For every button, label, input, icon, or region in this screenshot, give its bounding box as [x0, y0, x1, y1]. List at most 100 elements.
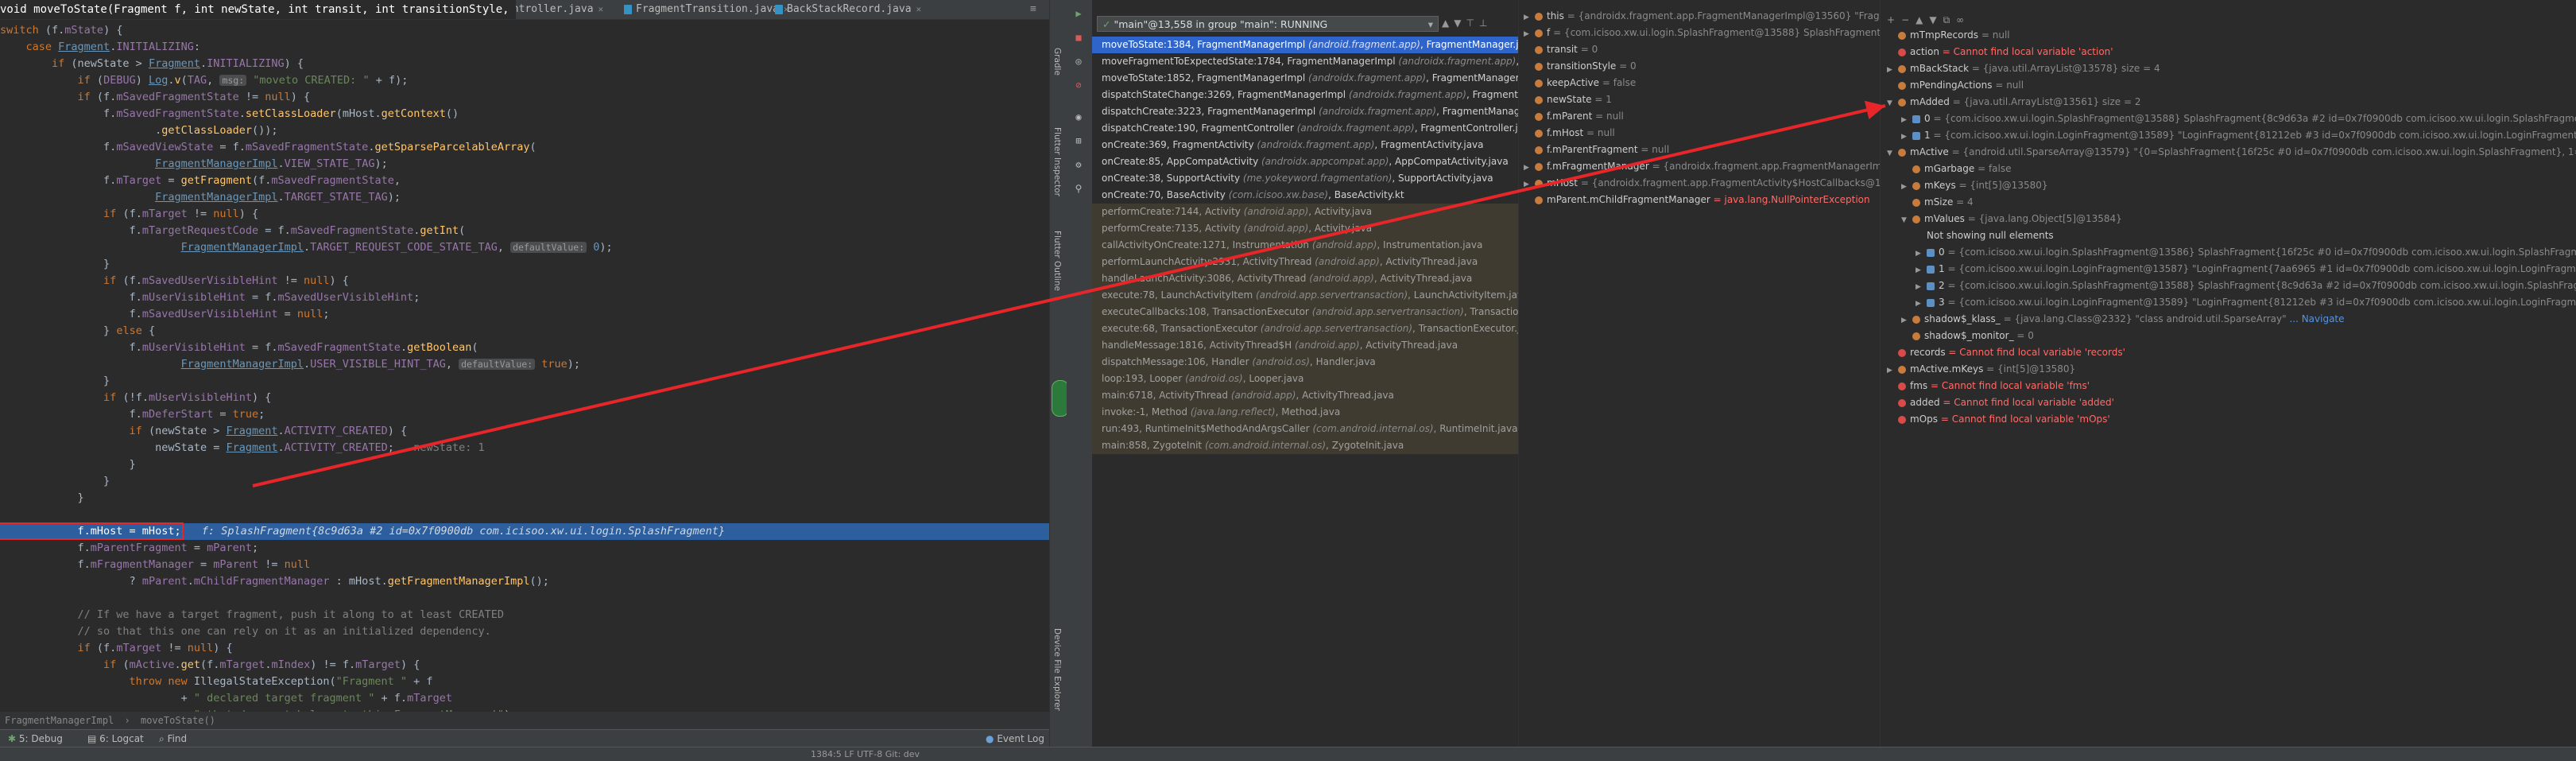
event-log-tab[interactable]: ● Event Log — [986, 730, 1044, 747]
expanded-arrow-icon[interactable]: ▼ — [1887, 95, 1898, 112]
close-icon[interactable]: ✕ — [916, 4, 922, 14]
variable-row[interactable]: records = Cannot find local variable 're… — [1887, 344, 2125, 361]
stack-frame[interactable]: moveToState:1384, FragmentManagerImpl (a… — [1092, 37, 1518, 53]
variable-row[interactable]: ▶ 2 = {com.icisoo.xw.ui.login.SplashFragm… — [1916, 278, 2576, 294]
stack-frame[interactable]: onCreate:85, AppCompatActivity (androidx… — [1092, 153, 1518, 170]
code-line[interactable]: f.mSavedUserVisibleHint = null; — [0, 306, 1049, 323]
code-line[interactable]: + " declared target fragment " + f.mTarg… — [0, 690, 1049, 707]
stack-frame[interactable]: dispatchCreate:190, FragmentController (… — [1092, 120, 1518, 137]
duplicate-icon[interactable]: ⧉ — [1943, 14, 1957, 25]
code-line[interactable]: f.mTargetRequestCode = f.mSavedFragmentS… — [0, 223, 1049, 239]
expand-arrow-icon[interactable]: ▶ — [1916, 279, 1927, 296]
code-line[interactable] — [0, 507, 1049, 523]
stack-frame[interactable]: moveToState:1852, FragmentManagerImpl (a… — [1092, 70, 1518, 87]
stack-frame[interactable]: onCreate:369, FragmentActivity (androidx… — [1092, 137, 1518, 153]
stack-frame[interactable]: dispatchStateChange:3269, FragmentManage… — [1092, 87, 1518, 103]
thread-selector[interactable]: ✓ "main"@13,558 in group "main": RUNNING… — [1097, 16, 1439, 32]
stack-frame[interactable]: execute:68, TransactionExecutor (android… — [1092, 320, 1518, 337]
breadcrumb-class[interactable]: FragmentManagerImpl — [5, 715, 114, 726]
variable-row[interactable]: mParent.mChildFragmentManager = java.lan… — [1524, 192, 1870, 208]
variable-row[interactable]: ▶ 1 = {com.icisoo.xw.ui.login.LoginFragme… — [1916, 261, 2576, 278]
code-line[interactable]: f.mFragmentManager = mParent != null — [0, 557, 1049, 573]
stack-frame[interactable]: handleLaunchActivity:3086, ActivityThrea… — [1092, 270, 1518, 287]
variable-row[interactable]: newState = 1 — [1524, 91, 1612, 108]
code-line[interactable]: if (DEBUG) Log.v(TAG, msg: "moveto CREAT… — [0, 72, 1049, 89]
code-line[interactable]: newState = Fragment.ACTIVITY_CREATED; ne… — [0, 440, 1049, 456]
expanded-arrow-icon[interactable]: ▼ — [1901, 212, 1912, 229]
expand-arrow-icon[interactable]: ▶ — [1901, 112, 1912, 129]
variable-row[interactable]: mTmpRecords = null — [1887, 27, 2010, 44]
variable-row[interactable]: transit = 0 — [1524, 41, 1598, 58]
code-line[interactable]: } — [0, 456, 1049, 473]
stack-frame[interactable]: main:6718, ActivityThread (android.app),… — [1092, 387, 1518, 404]
current-execution-line[interactable]: f.mHost = mHost; f: SplashFragment{8c9d6… — [0, 522, 1049, 540]
expand-arrow-icon[interactable]: ▶ — [1916, 246, 1927, 262]
code-line[interactable]: if (f.mTarget != null) { — [0, 206, 1049, 223]
tab-back-stack-record[interactable]: BackStackRecord.java ✕ — [775, 0, 921, 19]
add-watch-icon[interactable]: + — [1887, 14, 1901, 25]
code-line[interactable]: // If we have a target fragment, push it… — [0, 607, 1049, 623]
variable-row[interactable]: f.mParentFragment = null — [1524, 142, 1669, 158]
expanded-arrow-icon[interactable]: ▼ — [1887, 146, 1898, 162]
variable-row[interactable]: mOps = Cannot find local variable 'mOps' — [1887, 411, 2110, 428]
expand-arrow-icon[interactable]: ▶ — [1901, 179, 1912, 196]
code-line[interactable]: } — [0, 373, 1049, 390]
frame-nav-icons[interactable]: ▲▼⊤⊥ — [1442, 17, 1492, 29]
variable-row[interactable]: ▼ mAdded = {java.util.ArrayList@13561} si… — [1887, 94, 2141, 111]
variable-row[interactable]: shadow$_monitor_ = 0 — [1901, 328, 2034, 344]
view-breakpoints-icon[interactable]: ◎ — [1073, 56, 1084, 67]
remove-watch-icon[interactable]: − — [1901, 14, 1916, 25]
variable-row[interactable]: ▶ f = {com.icisoo.xw.ui.login.SplashFragm… — [1524, 25, 1881, 41]
resume-icon[interactable]: ▶ — [1073, 8, 1084, 19]
navigate-link[interactable]: ... Navigate — [2289, 313, 2344, 324]
flutter-inspector-tab[interactable]: Flutter Inspector — [1052, 127, 1062, 196]
move-down-icon[interactable]: ▼ — [1929, 14, 1943, 25]
variable-row[interactable]: Not showing null elements — [1916, 227, 2054, 244]
gradle-tab[interactable]: Gradle — [1052, 48, 1062, 76]
code-line[interactable]: FragmentManagerImpl.TARGET_REQUEST_CODE_… — [0, 239, 1049, 256]
code-line[interactable]: } else { — [0, 323, 1049, 340]
code-line[interactable]: throw new IllegalStateException("Fragmen… — [0, 674, 1049, 690]
expand-arrow-icon[interactable]: ▶ — [1901, 129, 1912, 146]
expand-arrow-icon[interactable]: ▶ — [1916, 296, 1927, 313]
flutter-outline-tab[interactable]: Flutter Outline — [1052, 231, 1062, 291]
variable-row[interactable]: ▶ shadow$_klass_ = {java.lang.Class@2332}… — [1901, 311, 2345, 328]
expand-arrow-icon[interactable]: ▶ — [1524, 177, 1535, 193]
variable-row[interactable]: mGarbage = false — [1901, 161, 2012, 177]
code-line[interactable]: } — [0, 256, 1049, 273]
tab-fragment-transition[interactable]: FragmentTransition.java ✕ — [624, 0, 789, 19]
code-line[interactable]: FragmentManagerImpl.TARGET_STATE_TAG); — [0, 189, 1049, 206]
mute-breakpoints-icon[interactable]: ⊘ — [1073, 80, 1084, 91]
camera-icon[interactable]: ◉ — [1073, 111, 1084, 122]
code-line[interactable]: FragmentManagerImpl.VIEW_STATE_TAG); — [0, 156, 1049, 173]
variable-row[interactable]: ▶ mHost = {androidx.fragment.app.Fragment… — [1524, 175, 1881, 192]
expand-arrow-icon[interactable]: ▶ — [1916, 262, 1927, 279]
stack-frame[interactable]: executeCallbacks:108, TransactionExecuto… — [1092, 304, 1518, 320]
stack-frame[interactable]: dispatchCreate:3223, FragmentManagerImpl… — [1092, 103, 1518, 120]
variable-row[interactable]: ▶ 0 = {com.icisoo.xw.ui.login.SplashFragm… — [1901, 111, 2576, 127]
find-tab[interactable]: ⌕ Find — [159, 730, 187, 747]
stack-frame[interactable]: run:493, RuntimeInit$MethodAndArgsCaller… — [1092, 421, 1518, 437]
variable-row[interactable]: added = Cannot find local variable 'adde… — [1887, 394, 2114, 411]
expand-arrow-icon[interactable]: ▶ — [1887, 363, 1898, 379]
variable-row[interactable]: ▶ mKeys = {int[5]@13580} — [1901, 177, 2048, 194]
variable-row[interactable]: transitionStyle = 0 — [1524, 58, 1637, 75]
variable-row[interactable]: f.mParent = null — [1524, 108, 1624, 125]
variable-row[interactable]: ▶ f.mFragmentManager = {androidx.fragment… — [1524, 158, 1881, 175]
move-up-icon[interactable]: ▲ — [1916, 14, 1929, 25]
logcat-tab[interactable]: ▤ 6: Logcat — [87, 730, 144, 747]
restore-layout-icon[interactable]: ⊞ — [1073, 135, 1084, 146]
code-line[interactable]: FragmentManagerImpl.USER_VISIBLE_HINT_TA… — [0, 356, 1049, 373]
variable-row[interactable]: ▶ 0 = {com.icisoo.xw.ui.login.SplashFragm… — [1916, 244, 2576, 261]
code-line[interactable]: if (f.mSavedFragmentState != null) { — [0, 89, 1049, 106]
variable-row[interactable]: ▶ this = {androidx.fragment.app.FragmentM… — [1524, 8, 1881, 25]
code-line[interactable]: f.mSavedFragmentState.setClassLoader(mHo… — [0, 106, 1049, 122]
variable-row[interactable]: ▶ 3 = {com.icisoo.xw.ui.login.LoginFragme… — [1916, 294, 2576, 311]
code-line[interactable]: f.mDeferStart = true; — [0, 406, 1049, 423]
code-line[interactable]: f.mUserVisibleHint = f.mSavedUserVisible… — [0, 289, 1049, 306]
code-line[interactable]: // so that this one can rely on it as an… — [0, 623, 1049, 640]
stop-icon[interactable]: ■ — [1073, 32, 1084, 43]
pin-icon[interactable]: ⚲ — [1073, 183, 1084, 194]
code-line[interactable]: if (newState > Fragment.INITIALIZING) { — [0, 56, 1049, 72]
variable-row[interactable]: mPendingActions = null — [1887, 77, 2024, 94]
